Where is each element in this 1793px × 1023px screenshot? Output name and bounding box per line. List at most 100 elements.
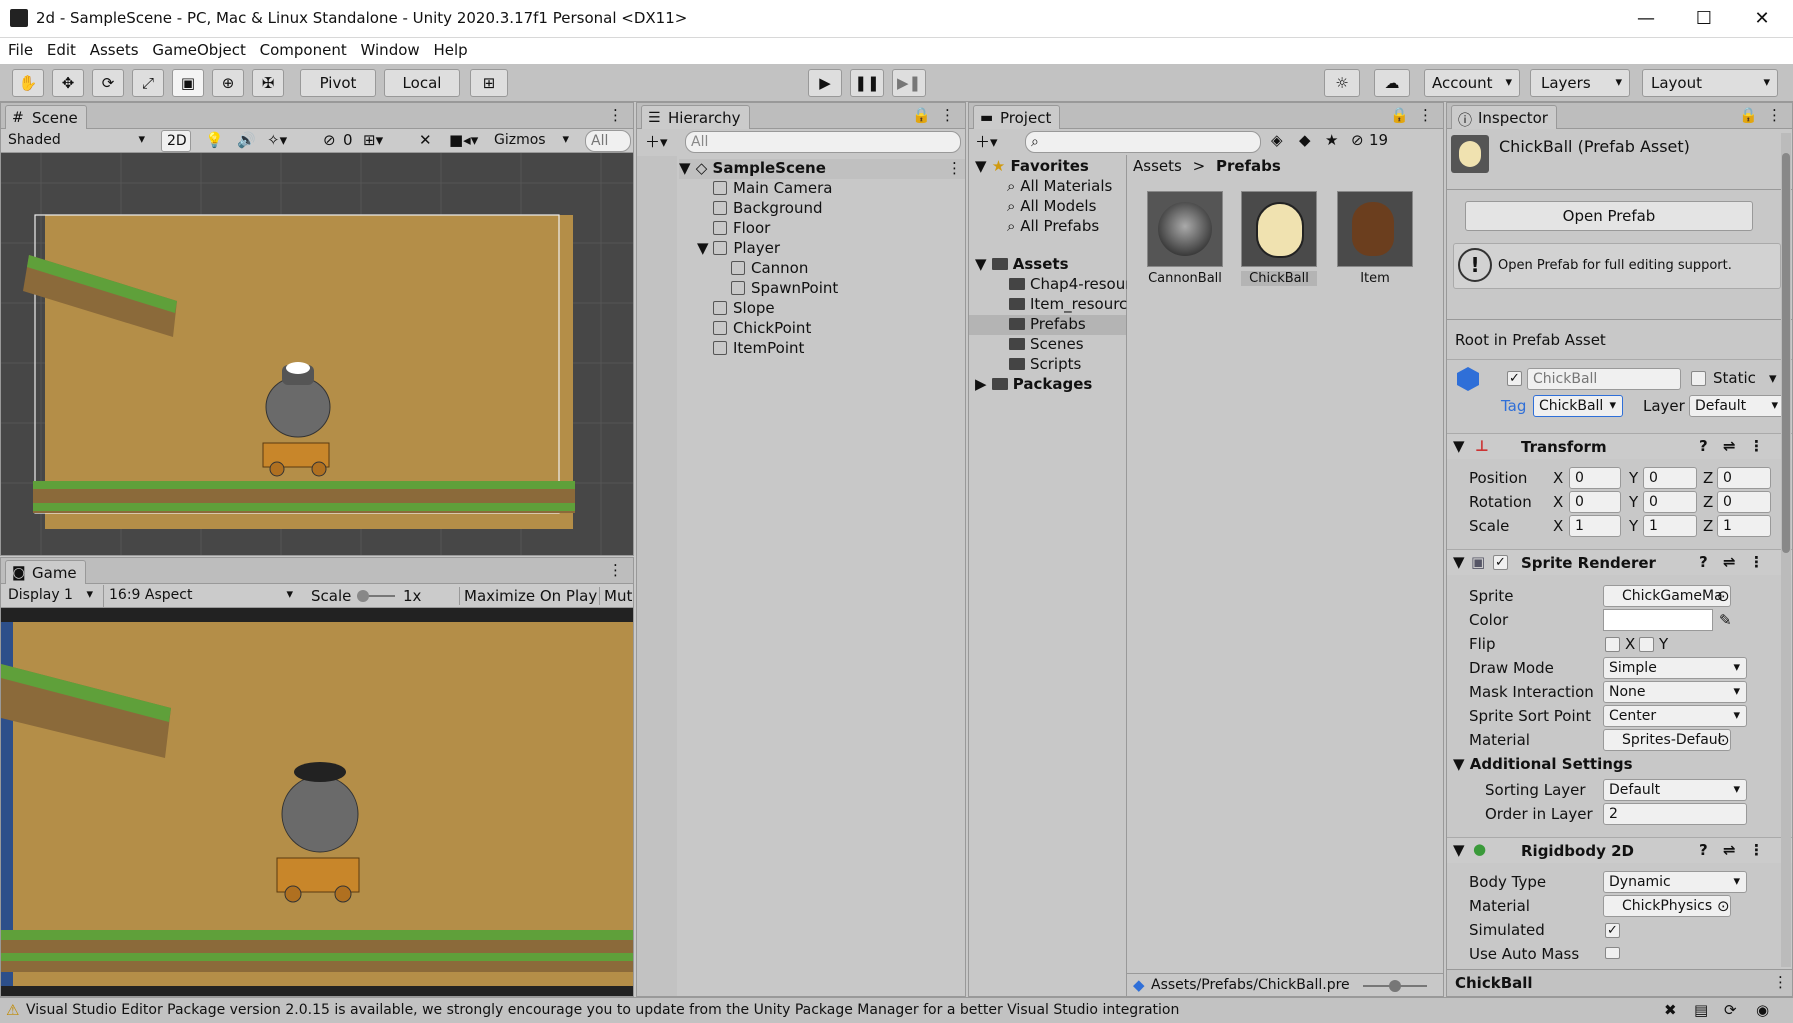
mask-interaction-dropdown[interactable]: None bbox=[1603, 681, 1747, 703]
draw-mode-dropdown[interactable]: Simple bbox=[1603, 657, 1747, 679]
cloud-icon[interactable]: ☁ bbox=[1374, 69, 1410, 97]
project-search-input[interactable]: ⌕ bbox=[1025, 131, 1261, 153]
layer-dropdown[interactable]: Default bbox=[1689, 395, 1785, 417]
hierarchy-item[interactable]: Main Camera bbox=[713, 179, 832, 197]
foldout-arrow-icon[interactable]: ▼ bbox=[1453, 437, 1465, 455]
hidden-objects-icon[interactable]: ⊘ bbox=[323, 131, 336, 149]
foldout-arrow-icon[interactable]: ▼ bbox=[1453, 841, 1465, 859]
use-auto-mass-checkbox[interactable] bbox=[1605, 947, 1620, 959]
collab-icon[interactable]: ☼ bbox=[1324, 69, 1360, 97]
help-icon[interactable]: ? bbox=[1699, 841, 1708, 859]
open-prefab-button[interactable]: Open Prefab bbox=[1465, 201, 1753, 231]
sorting-layer-dropdown[interactable]: Default bbox=[1603, 779, 1747, 801]
object-picker-icon[interactable]: ⊙ bbox=[1717, 731, 1730, 749]
project-create-button[interactable]: ＋▾ bbox=[975, 131, 998, 152]
inspector-preview-bar[interactable]: ChickBall ⋮ bbox=[1447, 969, 1792, 996]
position-z-field[interactable]: 0 bbox=[1717, 467, 1771, 489]
custom-tool-icon[interactable]: ✠ bbox=[252, 69, 284, 97]
scene-menu-icon[interactable]: ⋮ bbox=[608, 106, 623, 124]
packages-node[interactable]: ▶ Packages bbox=[975, 375, 1092, 393]
lock-icon[interactable]: 🔒 bbox=[1390, 106, 1409, 124]
folder-item[interactable]: Item_resource bbox=[1009, 295, 1127, 313]
breadcrumb-leaf[interactable]: Prefabs bbox=[1216, 157, 1281, 175]
rotate-tool-icon[interactable]: ⟳ bbox=[92, 69, 124, 97]
flip-y-checkbox[interactable] bbox=[1639, 637, 1654, 652]
game-view[interactable] bbox=[1, 608, 633, 996]
hierarchy-item[interactable]: Floor bbox=[713, 219, 770, 237]
cache-icon[interactable]: ▤ bbox=[1694, 1001, 1708, 1019]
scale-z-field[interactable]: 1 bbox=[1717, 515, 1771, 537]
physics-material-field[interactable]: ChickPhysics bbox=[1603, 895, 1731, 917]
hierarchy-item[interactable]: ▼ Player bbox=[697, 239, 780, 257]
color-swatch[interactable] bbox=[1603, 609, 1713, 631]
folder-item[interactable]: Scenes bbox=[1009, 335, 1084, 353]
hierarchy-menu-icon[interactable]: ⋮ bbox=[940, 106, 955, 124]
move-tool-icon[interactable]: ✥ bbox=[52, 69, 84, 97]
preset-icon[interactable]: ⇌ bbox=[1723, 437, 1736, 455]
menu-window[interactable]: Window bbox=[353, 38, 420, 59]
gameobject-name-field[interactable]: ChickBall bbox=[1527, 368, 1681, 390]
hierarchy-item[interactable]: ChickPoint bbox=[713, 319, 811, 337]
scene-root-row[interactable]: ▼ ◇ SampleScene bbox=[679, 159, 965, 179]
component-menu-icon[interactable]: ⋮ bbox=[1749, 437, 1764, 455]
hierarchy-item[interactable]: ItemPoint bbox=[713, 339, 804, 357]
rotation-x-field[interactable]: 0 bbox=[1569, 491, 1621, 513]
rotation-z-field[interactable]: 0 bbox=[1717, 491, 1771, 513]
tab-game[interactable]: ◙ Game bbox=[5, 560, 86, 584]
folder-item[interactable]: Scripts bbox=[1009, 355, 1081, 373]
rigidbody2d-header[interactable]: ▼ ● Rigidbody 2D ? ⇌ ⋮ bbox=[1447, 837, 1792, 863]
game-menu-icon[interactable]: ⋮ bbox=[608, 561, 623, 579]
position-y-field[interactable]: 0 bbox=[1643, 467, 1697, 489]
tab-scene[interactable]: # Scene bbox=[5, 105, 87, 129]
mute-audio-toggle[interactable]: Mute bbox=[599, 587, 633, 605]
account-dropdown[interactable]: Account bbox=[1424, 69, 1520, 97]
sprite-field[interactable]: ChickGameMa bbox=[1603, 585, 1731, 607]
maximize-button[interactable]: ☐ bbox=[1684, 6, 1724, 32]
component-menu-icon[interactable]: ⋮ bbox=[1749, 553, 1764, 571]
folder-item[interactable]: Chap4-resour bbox=[1009, 275, 1127, 293]
hierarchy-item[interactable]: Cannon bbox=[731, 259, 808, 277]
menu-gameobject[interactable]: GameObject bbox=[144, 38, 246, 59]
order-in-layer-field[interactable]: 2 bbox=[1603, 803, 1747, 825]
component-menu-icon[interactable]: ⋮ bbox=[1749, 841, 1764, 859]
local-toggle[interactable]: Local bbox=[384, 69, 460, 97]
lock-icon[interactable]: 🔒 bbox=[912, 106, 931, 124]
save-search-icon[interactable]: ★ bbox=[1325, 131, 1338, 149]
create-button[interactable]: ＋▾ bbox=[645, 131, 668, 152]
additional-settings-foldout[interactable]: ▼ Additional Settings bbox=[1453, 755, 1633, 773]
sprite-renderer-enabled-checkbox[interactable]: ✓ bbox=[1493, 555, 1508, 570]
scene-options-icon[interactable]: ⋮ bbox=[947, 159, 962, 177]
menu-edit[interactable]: Edit bbox=[39, 38, 76, 59]
position-x-field[interactable]: 0 bbox=[1569, 467, 1621, 489]
menu-component[interactable]: Component bbox=[252, 38, 347, 59]
aspect-dropdown[interactable]: 16:9 Aspect bbox=[103, 585, 299, 607]
hierarchy-item[interactable]: SpawnPoint bbox=[731, 279, 838, 297]
rect-tool-icon[interactable]: ▣ bbox=[172, 69, 204, 97]
cannonball-thumbnail[interactable] bbox=[1147, 191, 1223, 267]
menu-help[interactable]: Help bbox=[425, 38, 467, 59]
favorite-item[interactable]: ⌕ All Models bbox=[1007, 197, 1096, 215]
layout-dropdown[interactable]: Layout bbox=[1642, 69, 1778, 97]
2d-toggle[interactable]: 2D bbox=[161, 130, 191, 152]
simulated-checkbox[interactable]: ✓ bbox=[1605, 923, 1620, 938]
tag-dropdown[interactable]: ChickBall bbox=[1533, 395, 1623, 417]
assets-node[interactable]: ▼ Assets bbox=[975, 255, 1069, 273]
preset-icon[interactable]: ⇌ bbox=[1723, 553, 1736, 571]
search-by-type-icon[interactable]: ◈ bbox=[1271, 131, 1283, 149]
item-thumbnail[interactable] bbox=[1337, 191, 1413, 267]
search-by-label-icon[interactable]: ◆ bbox=[1299, 131, 1311, 149]
scene-search-input[interactable]: All bbox=[585, 130, 631, 152]
effects-icon[interactable]: ✧▾ bbox=[267, 131, 287, 149]
chickball-thumbnail[interactable] bbox=[1241, 191, 1317, 267]
breadcrumb-root[interactable]: Assets bbox=[1133, 157, 1182, 175]
material-field[interactable]: Sprites-Defaul bbox=[1603, 729, 1731, 751]
preset-icon[interactable]: ⇌ bbox=[1723, 841, 1736, 859]
tab-hierarchy[interactable]: ☰ Hierarchy bbox=[641, 105, 750, 129]
inspector-scrollbar-thumb[interactable] bbox=[1782, 153, 1790, 553]
active-checkbox[interactable]: ✓ bbox=[1507, 371, 1522, 386]
sprite-sort-point-dropdown[interactable]: Center bbox=[1603, 705, 1747, 727]
project-menu-icon[interactable]: ⋮ bbox=[1418, 106, 1433, 124]
auto-generate-icon[interactable]: ◉ bbox=[1756, 1001, 1769, 1019]
preview-menu-icon[interactable]: ⋮ bbox=[1773, 973, 1788, 991]
inspector-menu-icon[interactable]: ⋮ bbox=[1767, 106, 1782, 124]
